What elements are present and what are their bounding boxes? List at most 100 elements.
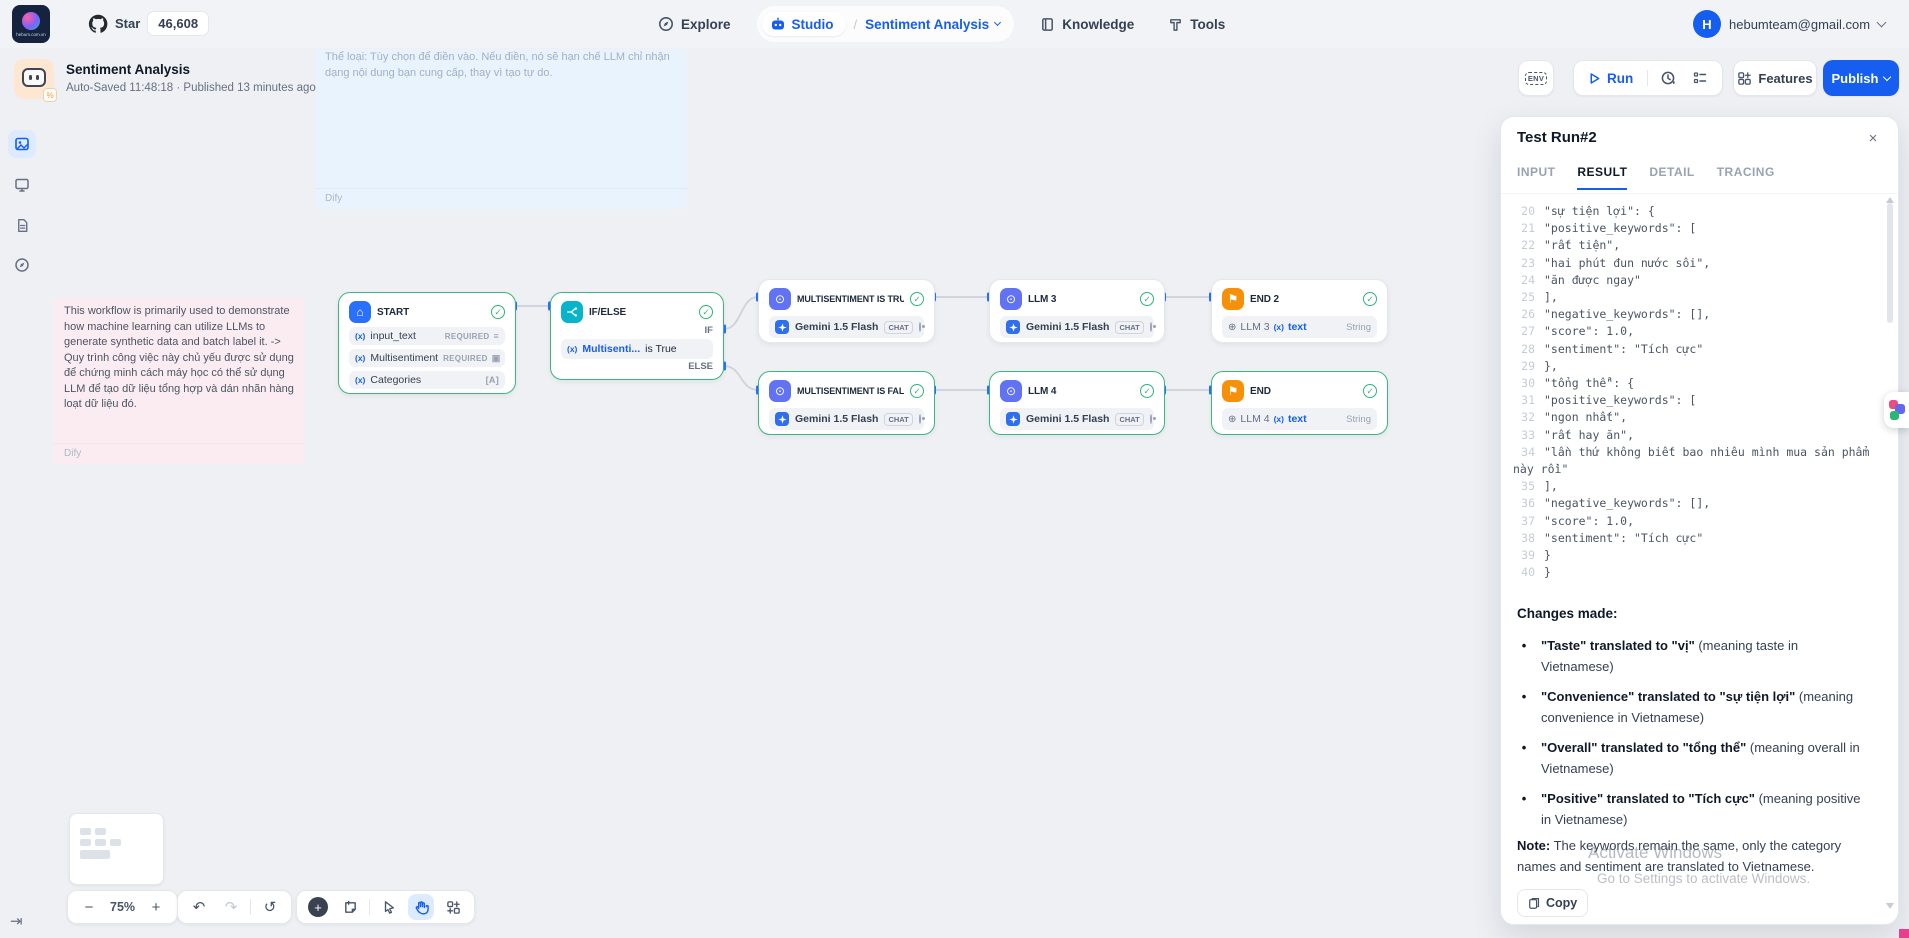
output-row: ⊕ LLM 4 (x) text String (1222, 408, 1377, 430)
divider (1647, 70, 1648, 86)
close-icon[interactable]: × (1862, 127, 1884, 149)
nav-explore[interactable]: Explore (650, 10, 739, 38)
undo-button[interactable]: ↶ (186, 894, 212, 920)
model-name: Gemini 1.5 Flash (1026, 413, 1109, 425)
node-llm4[interactable]: ⊙ LLM 4 ✓ Gemini 1.5 Flash CHAT (989, 371, 1165, 435)
nav-studio[interactable]: Studio (762, 12, 846, 36)
tab-input[interactable]: INPUT (1517, 165, 1555, 190)
output-type: String (1346, 414, 1371, 425)
nav-explore-label: Explore (681, 17, 731, 32)
note-add-icon (343, 900, 358, 915)
start-home-icon: ⌂ (349, 301, 371, 323)
node-ifelse[interactable]: IF/ELSE ✓ IF (x) Multisenti... is True E… (550, 292, 724, 380)
env-button[interactable]: ENV (1518, 60, 1554, 96)
success-check-icon: ✓ (1363, 384, 1377, 398)
scrollbar-thumb[interactable] (1887, 203, 1893, 323)
node-title: END (1250, 386, 1357, 397)
add-note-button[interactable] (337, 894, 363, 920)
reference-node: LLM 3 (1240, 321, 1269, 333)
result-json: 20"sự tiện lợi": { 21"positive_keywords"… (1513, 203, 1879, 581)
tab-result[interactable]: RESULT (1577, 165, 1627, 190)
eye-icon (919, 414, 921, 424)
apps-image-icon (14, 136, 30, 152)
output-row: ⊕ LLM 3 (x) text String (1222, 316, 1377, 338)
change-history-button[interactable]: ↺ (257, 894, 283, 920)
knowledge-book-icon (1040, 17, 1055, 32)
note-paragraph: Note: The keywords remain the same, only… (1517, 835, 1883, 877)
corner-widget[interactable] (1899, 929, 1909, 938)
reference-node: LLM 4 (1240, 413, 1269, 425)
node-start[interactable]: ⌂ START ✓ (x) input_text REQUIRED≡ (x) M… (338, 292, 516, 394)
sticky-note-blue[interactable]: Thể loại: Tùy chọn để điền vào. Nếu điền… (315, 49, 687, 209)
model-row: Gemini 1.5 Flash CHAT (1000, 408, 1154, 430)
sidebar-item-explore[interactable] (8, 251, 36, 279)
node-multisentiment-is-true[interactable]: ⊙ MULTISENTIMENT IS TRUE ✓ Gemini 1.5 Fl… (758, 279, 935, 343)
reference-icon: ⊕ (1228, 322, 1236, 333)
logo-text: hebum.com.vn (16, 32, 46, 37)
model-name: Gemini 1.5 Flash (795, 413, 878, 425)
nav-tools[interactable]: Tools (1160, 11, 1233, 38)
minimap[interactable] (69, 813, 164, 885)
success-check-icon: ✓ (1363, 292, 1377, 306)
node-end[interactable]: ⚑ END ✓ ⊕ LLM 4 (x) text String (1211, 371, 1388, 435)
checklist-button[interactable] (1688, 66, 1712, 90)
chevron-down-icon (1883, 72, 1891, 80)
hand-mode-button[interactable] (408, 894, 434, 920)
model-mode-badge: CHAT (884, 321, 912, 334)
tab-tracing[interactable]: TRACING (1717, 165, 1775, 190)
breadcrumb-app-name[interactable]: Sentiment Analysis (865, 17, 1000, 32)
zoom-level[interactable]: 75% (108, 900, 137, 914)
variable-icon: (x) (355, 353, 365, 363)
sticky-note-pink[interactable]: This workflow is primarily used to demon… (54, 298, 304, 464)
chevron-down-icon (994, 19, 1001, 26)
run-history-button[interactable] (1656, 66, 1680, 90)
sidebar-item-apps[interactable] (8, 130, 36, 158)
run-button[interactable]: Run (1582, 67, 1639, 90)
node-llm3[interactable]: ⊙ LLM 3 ✓ Gemini 1.5 Flash CHAT (989, 279, 1165, 343)
redo-button[interactable]: ↷ (218, 894, 244, 920)
page-title: Sentiment Analysis (66, 62, 190, 77)
floating-extension-widget[interactable] (1884, 392, 1909, 428)
output-variable: text (1288, 413, 1307, 425)
add-node-button[interactable]: + (305, 894, 331, 920)
node-multisentiment-is-false[interactable]: ⊙ MULTISENTIMENT IS FALSE ✓ Gemini 1.5 F… (758, 371, 935, 435)
zoom-in-button[interactable]: + (143, 894, 169, 920)
field-tag: REQUIRED (445, 332, 490, 341)
user-menu[interactable]: H hebumteam@gmail.com (1693, 9, 1885, 39)
layout-grid-icon (446, 900, 461, 915)
sidebar-item-documents[interactable] (8, 211, 36, 239)
note-footer: Dify (315, 188, 687, 209)
nav-knowledge[interactable]: Knowledge (1032, 11, 1142, 38)
node-title: MULTISENTIMENT IS TRUE (797, 294, 904, 304)
field-name: Categories (370, 374, 421, 386)
nav-studio-label: Studio (792, 17, 834, 32)
monitor-icon (14, 177, 30, 193)
app-icon[interactable]: % (14, 59, 54, 99)
features-button[interactable]: Features (1733, 60, 1817, 96)
panel-scrollbar[interactable] (1886, 203, 1894, 907)
ifelse-split-icon (561, 301, 583, 323)
github-star-widget[interactable]: Star 46,608 (88, 10, 209, 37)
auto-layout-button[interactable] (440, 894, 466, 920)
sidebar-expand-icon[interactable]: ⇥ (10, 912, 23, 930)
zoom-out-button[interactable]: − (76, 894, 102, 920)
changes-list: •"Taste" translated to "vị" (meaning tas… (1517, 635, 1873, 839)
list-item: •"Convenience" translated to "sự tiện lợ… (1517, 686, 1873, 728)
hand-icon (414, 900, 429, 915)
tab-detail[interactable]: DETAIL (1649, 165, 1694, 190)
scroll-down-icon[interactable] (1886, 903, 1894, 909)
star-count[interactable]: 46,608 (147, 11, 209, 36)
node-end2[interactable]: ⚑ END 2 ✓ ⊕ LLM 3 (x) text String (1211, 279, 1388, 343)
features-label: Features (1758, 71, 1812, 86)
workspace-logo[interactable]: hebum.com.vn (12, 5, 50, 43)
field-name: Multisentiment (370, 352, 438, 364)
chevron-down-icon (1877, 18, 1887, 28)
copy-button[interactable]: Copy (1517, 889, 1588, 917)
sidebar-item-monitor[interactable] (8, 171, 36, 199)
note-footer: Dify (54, 443, 304, 464)
variable-icon: (x) (355, 375, 365, 385)
publish-button[interactable]: Publish (1823, 60, 1899, 96)
note-text: This workflow is primarily used to demon… (54, 298, 304, 413)
divider (250, 899, 251, 915)
pointer-mode-button[interactable] (376, 894, 402, 920)
